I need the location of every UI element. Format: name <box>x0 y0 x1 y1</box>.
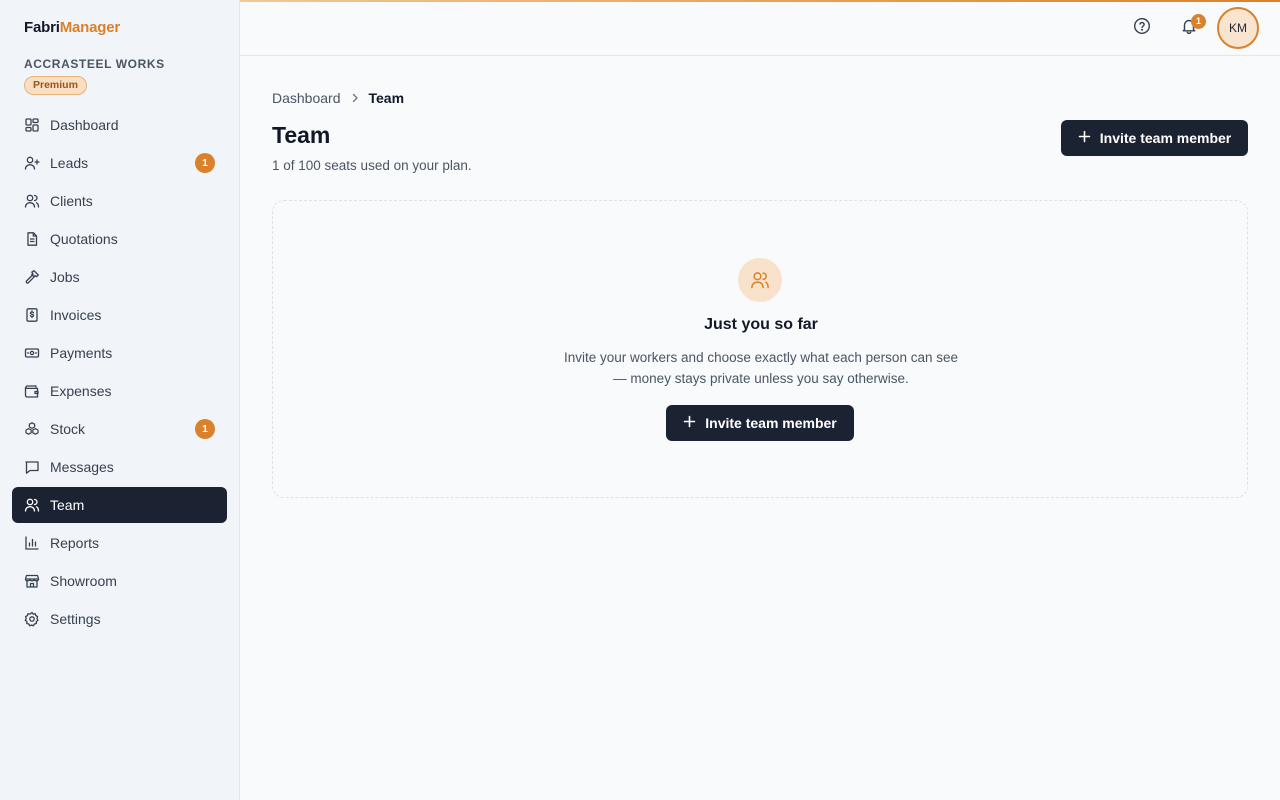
sidebar-item-label: Clients <box>50 193 93 209</box>
sidebar-item-label: Messages <box>50 459 114 475</box>
user-avatar[interactable]: KM <box>1217 7 1259 49</box>
sidebar-item-label: Dashboard <box>50 117 119 133</box>
invite-team-member-button[interactable]: Invite team member <box>1061 120 1248 156</box>
invite-button-label: Invite team member <box>1099 130 1232 146</box>
sidebar-item-clients[interactable]: Clients <box>12 183 227 219</box>
sidebar-item-label: Quotations <box>50 231 118 247</box>
dashboard-icon <box>24 117 40 133</box>
sidebar-item-expenses[interactable]: Expenses <box>12 373 227 409</box>
sidebar-item-quotations[interactable]: Quotations <box>12 221 227 257</box>
sidebar-nav: Dashboard Leads 1 Clients Quotations Job… <box>12 107 227 639</box>
sidebar-item-leads[interactable]: Leads 1 <box>12 145 227 181</box>
sidebar-item-label: Leads <box>50 155 89 171</box>
banknote-icon <box>24 345 40 361</box>
team-icon <box>24 497 40 513</box>
breadcrumb-current: Team <box>368 90 405 106</box>
sidebar-item-showroom[interactable]: Showroom <box>12 563 227 599</box>
plus-icon <box>683 415 705 431</box>
users-icon <box>24 193 40 209</box>
sidebar-item-stock[interactable]: Stock 1 <box>12 411 227 447</box>
empty-state-description: Invite your workers and choose exactly w… <box>564 350 958 386</box>
invite-team-member-button-empty[interactable]: Invite team member <box>666 405 854 441</box>
store-icon <box>24 573 40 589</box>
sidebar-item-invoices[interactable]: Invoices <box>12 297 227 333</box>
sidebar-item-label: Team <box>50 497 85 513</box>
help-icon <box>1133 17 1151 40</box>
sidebar-item-settings[interactable]: Settings <box>12 601 227 637</box>
users-icon <box>738 258 782 302</box>
top-header: 1 KM <box>240 2 1280 56</box>
sidebar-item-payments[interactable]: Payments <box>12 335 227 371</box>
seats-usage-text: 1 of 100 seats used on your plan. <box>272 158 472 173</box>
sidebar-item-label: Invoices <box>50 307 102 323</box>
bar-chart-icon <box>24 535 40 551</box>
sidebar-item-label: Reports <box>50 535 100 551</box>
gear-icon <box>24 611 40 627</box>
brand-name-part2: Manager <box>59 19 120 36</box>
sidebar-item-label: Payments <box>50 345 113 361</box>
brand-name-part1: Fabri <box>24 19 60 36</box>
invoice-icon <box>24 307 40 323</box>
sidebar-item-label: Stock <box>50 421 86 437</box>
sidebar-item-label: Settings <box>50 611 101 627</box>
sidebar-item-label: Expenses <box>50 383 112 399</box>
notifications-count-badge: 1 <box>1191 14 1206 29</box>
sidebar-item-dashboard[interactable]: Dashboard <box>12 107 227 143</box>
wallet-icon <box>24 383 40 399</box>
invite-button-label: Invite team member <box>705 415 837 431</box>
message-icon <box>24 459 40 475</box>
boxes-icon <box>24 421 40 437</box>
notifications-button[interactable]: 1 <box>1173 12 1206 44</box>
team-empty-state: Just you so far Invite your workers and … <box>272 200 1248 498</box>
sidebar-item-jobs[interactable]: Jobs <box>12 259 227 295</box>
plan-badge: Premium <box>24 76 87 95</box>
empty-state-title: Just you so far <box>704 316 818 333</box>
plus-icon <box>1078 130 1100 146</box>
sidebar-item-team[interactable]: Team <box>12 487 227 523</box>
stock-count-badge: 1 <box>195 419 215 439</box>
sidebar-item-label: Showroom <box>50 573 117 589</box>
breadcrumb: Dashboard Team <box>272 90 404 106</box>
org-name: ACCRASTEEL WORKS <box>24 57 165 71</box>
brand-logo[interactable]: FabriManager <box>24 19 120 36</box>
user-plus-icon <box>24 155 40 171</box>
breadcrumb-dashboard-link[interactable]: Dashboard <box>272 90 341 106</box>
help-button[interactable] <box>1126 12 1158 44</box>
sidebar-item-messages[interactable]: Messages <box>12 449 227 485</box>
page-title: Team <box>272 122 331 148</box>
sidebar-item-reports[interactable]: Reports <box>12 525 227 561</box>
sidebar-item-label: Jobs <box>50 269 80 285</box>
document-icon <box>24 231 40 247</box>
sidebar: FabriManager ACCRASTEEL WORKS Premium Da… <box>0 0 240 800</box>
hammer-icon <box>24 269 40 285</box>
leads-count-badge: 1 <box>195 153 215 173</box>
chevron-right-icon <box>349 92 361 104</box>
